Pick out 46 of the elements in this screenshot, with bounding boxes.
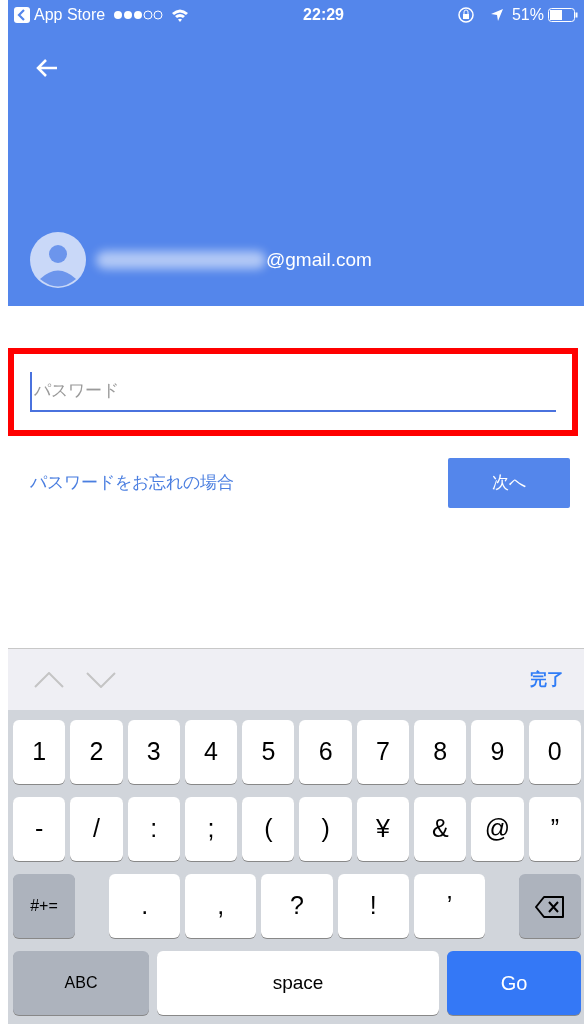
keyboard-key[interactable]: ( — [242, 797, 295, 861]
email-address: @gmail.com — [266, 247, 372, 272]
back-app-label[interactable]: App Store — [34, 3, 106, 27]
back-icon[interactable] — [14, 7, 30, 23]
keyboard-key[interactable]: . — [109, 874, 181, 938]
keyboard-key[interactable]: 9 — [471, 720, 524, 784]
keyboard-key[interactable]: @ — [471, 797, 524, 861]
keyboard-key[interactable]: ) — [299, 797, 352, 861]
keyboard-key[interactable]: 6 — [299, 720, 352, 784]
location-icon — [489, 8, 504, 22]
keyboard-key[interactable]: 8 — [414, 720, 467, 784]
keyboard-key[interactable]: , — [185, 874, 257, 938]
space-key[interactable]: space — [157, 951, 439, 1015]
keyboard-key[interactable]: 2 — [70, 720, 123, 784]
delete-key[interactable] — [519, 874, 581, 938]
go-key[interactable]: Go — [447, 951, 581, 1015]
battery-percent: 51% — [511, 5, 544, 25]
keyboard-key[interactable]: / — [70, 797, 123, 861]
signal-icon — [113, 10, 164, 20]
keyboard-key[interactable]: 7 — [356, 720, 410, 784]
keyboard-key[interactable]: ; — [184, 797, 238, 861]
abc-key[interactable]: ABC — [13, 951, 149, 1015]
keyboard-key[interactable]: & — [414, 797, 467, 861]
symbols-key[interactable]: #+= — [13, 874, 75, 938]
rotation-lock-icon — [457, 7, 474, 23]
next-button[interactable]: 次へ — [448, 458, 570, 508]
forgot-password-link[interactable]: パスワードをお忘れの場合 — [30, 470, 234, 496]
password-field[interactable]: パスワード — [30, 372, 556, 412]
keyboard-key[interactable]: 0 — [528, 720, 581, 784]
keyboard-key[interactable]: 3 — [127, 720, 180, 784]
back-arrow-icon[interactable] — [35, 58, 59, 78]
keyboard-key[interactable]: ¥ — [356, 797, 410, 861]
clock: 22:29 — [302, 5, 345, 25]
keyboard-key[interactable]: ” — [528, 797, 581, 861]
avatar-icon — [30, 232, 86, 288]
keyboard-key[interactable]: 5 — [242, 720, 295, 784]
keyboard-key[interactable]: ? — [261, 874, 333, 938]
battery-icon — [548, 8, 578, 22]
backspace-icon — [535, 895, 565, 918]
keyboard-key[interactable]: ! — [337, 874, 409, 938]
keyboard-key[interactable]: 4 — [184, 720, 238, 784]
keyboard-key[interactable]: : — [127, 797, 180, 861]
keyboard-key[interactable]: 1 — [13, 720, 66, 784]
wifi-icon — [171, 8, 190, 22]
keyboard-key[interactable]: ’ — [413, 874, 485, 938]
keyboard-key[interactable]: - — [13, 797, 66, 861]
